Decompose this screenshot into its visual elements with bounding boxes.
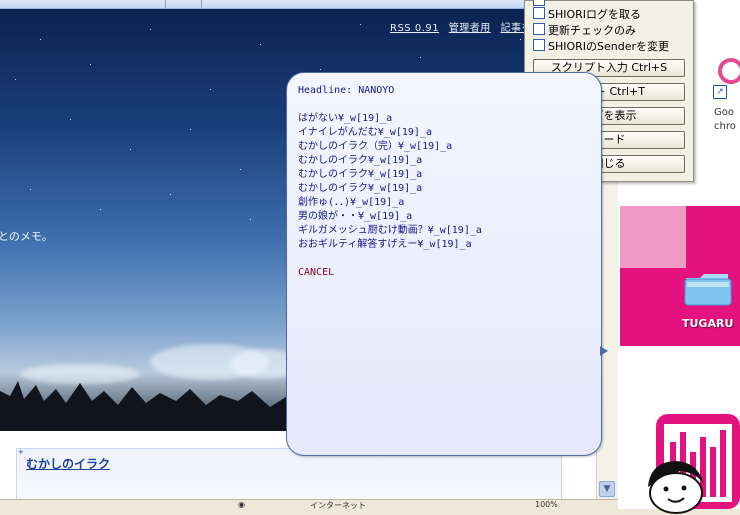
scroll-down-arrow-icon[interactable]: ▼ [599,481,615,497]
entry-title-link[interactable]: むかしのイラク [26,455,110,472]
folder-icon[interactable] [684,272,732,306]
zoom-level[interactable]: 100% [535,500,558,509]
headline-choice[interactable]: むかしのイラク¥_w[19]_a [298,154,588,168]
balloon-content: Headline: NANOYO はがない¥_w[19]_a イナイレがんだむ¥… [298,84,588,280]
headline-choice[interactable]: 男の娘が・・¥_w[19]_a [298,210,588,224]
chrome-label-line1: Goo [714,107,734,118]
headline-choice[interactable]: イナイレがんだむ¥_w[19]_a [298,126,588,140]
balloon-headline: Headline: NANOYO [298,85,395,96]
headline-choice[interactable]: むかしのイラク（完）¥_w[19]_a [298,140,588,154]
balloon-spacer [298,252,588,266]
checkbox-icon[interactable] [533,0,545,6]
headline-choice[interactable]: 創作ゅ(．．)¥_w[19]_a [298,196,588,210]
globe-icon: ◉ [238,500,245,509]
headline-choice[interactable]: むかしのイラク¥_w[19]_a [298,168,588,182]
browser-statusbar: ◉ インターネット 100% [0,499,618,510]
balloon-tail-icon [600,346,608,356]
menu-item-label: 更新チェックのみ [548,24,636,37]
menu-item-update-check[interactable]: 更新チェックのみ [533,23,636,37]
menu-item-shiori-log[interactable]: SHIORIログを取る [533,7,641,21]
chrome-shortcut-label: Goo chro [714,106,736,134]
menu-item-label: SHIORIのSenderを変更 [548,40,670,53]
entry-marker-icon: ✦ [17,448,25,458]
headline-choice[interactable]: はがない¥_w[19]_a [298,112,588,126]
chrome-label-line2: chro [714,121,736,132]
status-zone-text: インターネット [310,501,366,510]
character-face-icon [648,461,704,514]
chrome-icon[interactable] [718,58,740,84]
checkbox-icon[interactable] [533,39,545,51]
folder-label: TUGARU [682,317,734,330]
checkbox-icon[interactable] [533,7,545,19]
balloon-spacer [298,98,588,112]
menu-item-sender-change[interactable]: SHIORIのSenderを変更 [533,39,669,53]
checkbox-icon[interactable] [533,23,545,35]
admin-link[interactable]: 管理者用 [449,23,491,34]
shortcut-arrow-icon: ↗ [713,85,727,99]
blog-description: とのメモ。 [0,230,53,243]
headline-choice[interactable]: むかしのイラク¥_w[19]_a [298,182,588,196]
blog-header-links: RSS 0.91 管理者用 記事を [390,19,538,34]
headline-choice[interactable]: おおギルティ解答すげえー¥_w[19]_a [298,238,588,252]
rss-link[interactable]: RSS 0.91 [390,23,439,34]
browser-tab[interactable] [166,0,202,8]
menu-item-label: SHIORIログを取る [548,8,642,21]
wallpaper-pink-light [620,206,686,268]
headline-choice[interactable]: ギルガメッシュ厨むけ動画？¥_w[19]_a [298,224,588,238]
browser-tab[interactable] [0,0,166,8]
cancel-choice[interactable]: CANCEL [298,266,588,280]
